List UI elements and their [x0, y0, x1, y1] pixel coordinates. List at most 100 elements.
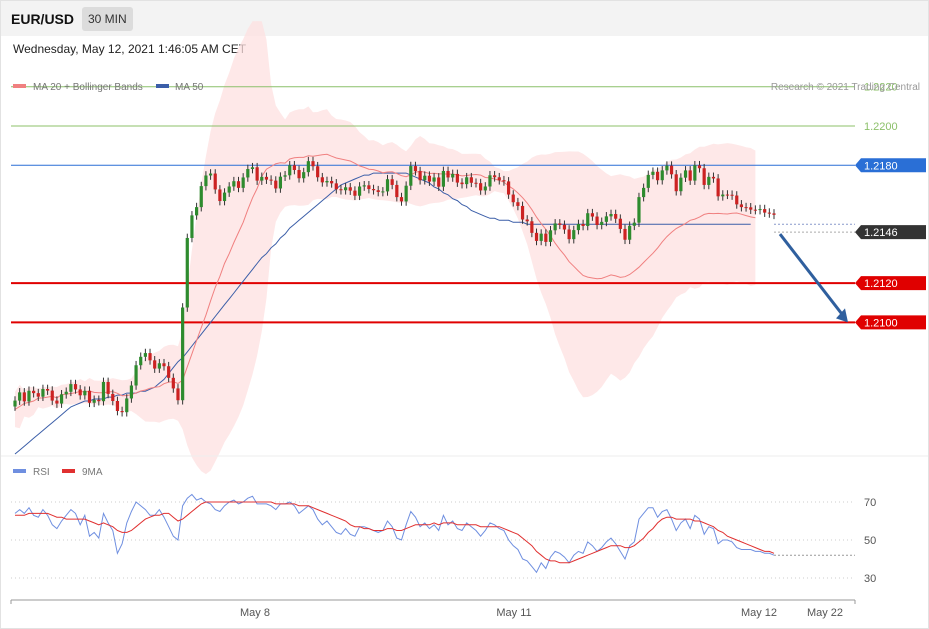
candle-body — [106, 381, 110, 394]
candle-body — [390, 179, 394, 185]
target-arrow-shaft — [778, 233, 845, 317]
candle-body — [711, 176, 716, 179]
candle-body — [590, 213, 594, 217]
rsi-ma-legend-swatch — [62, 469, 75, 473]
candle-body — [544, 233, 548, 242]
candle-body — [506, 181, 511, 195]
candle-body — [134, 365, 138, 386]
candle-body — [143, 353, 147, 357]
candle-body — [269, 179, 273, 181]
candle-body — [330, 181, 334, 184]
candle-body — [562, 224, 567, 230]
candle-body — [50, 390, 54, 401]
candle-body — [59, 394, 64, 404]
candle-body — [423, 175, 427, 181]
candle-body — [558, 223, 562, 225]
candle-body — [469, 177, 473, 183]
candle-body — [64, 391, 68, 395]
candle-body — [609, 214, 613, 217]
candle-body — [413, 166, 418, 172]
candle-body — [683, 170, 688, 178]
candle-body — [376, 190, 380, 192]
candle-body — [218, 189, 222, 202]
candle-body — [721, 194, 725, 197]
candle-body — [381, 191, 385, 193]
candle-body — [357, 186, 362, 196]
rsi-tick-70: 70 — [864, 497, 876, 509]
candle-body — [735, 195, 739, 205]
candle-body — [227, 186, 231, 193]
candle-body — [530, 221, 534, 233]
candle-body — [195, 207, 199, 216]
candle-body — [772, 213, 776, 215]
x-tick-label: May 12 — [741, 607, 777, 619]
candle-body — [451, 173, 455, 178]
candle-body — [763, 209, 767, 213]
candle-body — [171, 377, 175, 389]
candle-body — [274, 180, 278, 189]
level-label-1.2200: 1.2200 — [864, 121, 898, 133]
candle-body — [97, 399, 101, 402]
ma20-legend-swatch — [13, 84, 26, 88]
candle-body — [525, 219, 529, 222]
candle-body — [511, 194, 515, 203]
candle-body — [87, 390, 92, 403]
candle-body — [288, 165, 292, 176]
candle-body — [129, 385, 134, 399]
rsi-legend-label: RSI — [33, 467, 50, 478]
candle — [199, 181, 203, 212]
candle-body — [260, 176, 264, 181]
candle-body — [115, 401, 120, 412]
candle-body — [181, 307, 185, 401]
candle-body — [488, 175, 492, 187]
candle — [185, 233, 189, 312]
ma50-legend-swatch — [156, 84, 169, 88]
candle-body — [427, 175, 432, 182]
candle-body — [483, 186, 487, 191]
candle-body — [204, 175, 208, 187]
candle-body — [576, 224, 581, 231]
candle-body — [632, 222, 636, 226]
candle-body — [78, 389, 82, 396]
candle-body — [334, 183, 338, 190]
candle-body — [139, 356, 143, 366]
candle — [758, 204, 762, 215]
candle-body — [153, 360, 157, 369]
level-label-1.2146: 1.2146 — [864, 227, 898, 239]
candle-body — [465, 177, 469, 185]
candle-body — [739, 204, 744, 208]
candle — [767, 208, 771, 218]
candle-body — [278, 176, 283, 189]
candle-body — [167, 366, 171, 378]
candle-body — [679, 177, 683, 192]
candle-body — [353, 190, 357, 196]
candle-body — [460, 182, 464, 185]
candle-body — [241, 177, 245, 188]
candle-body — [767, 212, 771, 214]
candle-body — [148, 353, 152, 361]
candle-body — [316, 166, 320, 178]
rsi-tick-50: 50 — [864, 535, 876, 547]
candle-body — [125, 398, 129, 413]
candle — [763, 204, 767, 217]
candle-body — [660, 170, 664, 181]
candle-body — [581, 224, 585, 226]
candle-body — [753, 209, 757, 211]
candle-body — [339, 189, 343, 191]
candle-body — [385, 179, 390, 192]
candle-body — [176, 388, 180, 401]
level-label-1.2100: 1.2100 — [864, 317, 898, 329]
candle-body — [665, 165, 669, 171]
copyright-text: Research © 2021 Trading Central — [771, 82, 920, 93]
candle-body — [651, 171, 655, 175]
candle-body — [264, 176, 269, 180]
candle-body — [655, 171, 660, 181]
candle-body — [404, 185, 408, 202]
candle-body — [572, 230, 576, 240]
candle-body — [446, 170, 450, 178]
candle — [134, 360, 138, 390]
candle-body — [693, 165, 697, 181]
candle-body — [437, 177, 441, 187]
candle-body — [567, 229, 571, 240]
candle-body — [637, 197, 641, 223]
